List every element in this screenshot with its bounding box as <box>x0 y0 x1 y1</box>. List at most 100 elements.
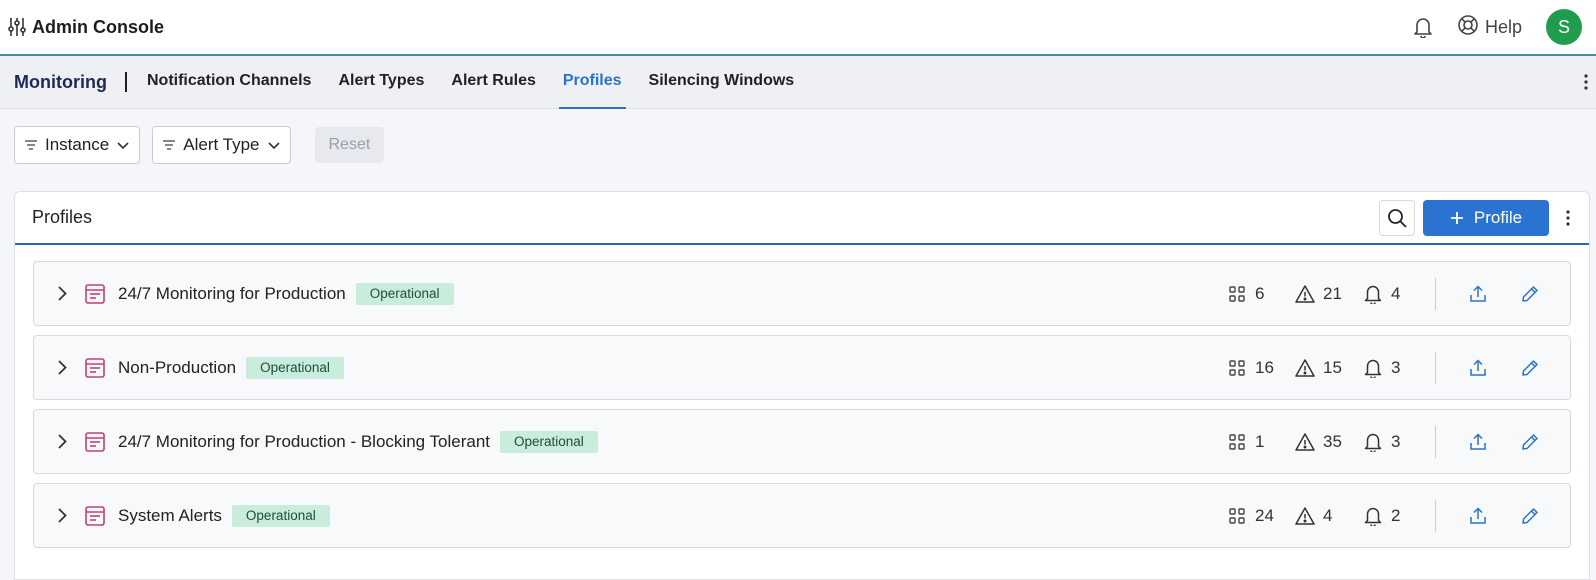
instances-count: 24 <box>1227 506 1295 526</box>
notifications-bell-icon[interactable] <box>1411 15 1435 39</box>
profile-name: 24/7 Monitoring for Production <box>118 283 346 303</box>
document-icon <box>84 431 106 453</box>
pencil-icon[interactable] <box>1520 432 1540 452</box>
export-icon[interactable] <box>1468 432 1488 452</box>
instances-count: 16 <box>1227 358 1295 378</box>
chevron-right-icon[interactable] <box>54 434 70 450</box>
panel-header: Profiles Profile <box>15 192 1589 245</box>
filter-icon <box>163 135 176 155</box>
instance-filter[interactable]: Instance <box>14 126 141 164</box>
instances-count: 6 <box>1227 284 1295 304</box>
warning-icon <box>1295 284 1315 304</box>
document-icon <box>84 283 106 305</box>
tab-profiles[interactable]: Profiles <box>558 56 626 109</box>
grid-icon <box>1227 432 1247 452</box>
list-item[interactable]: System Alerts Operational 24 4 2 <box>33 483 1571 548</box>
chevron-down-icon <box>117 135 129 155</box>
panel-title: Profiles <box>32 207 93 227</box>
search-button[interactable] <box>1379 199 1415 236</box>
row-divider <box>1435 351 1436 384</box>
list-item[interactable]: 24/7 Monitoring for Production - Blockin… <box>33 409 1571 474</box>
grid-icon <box>1227 358 1247 378</box>
alerts-count: 15 <box>1295 358 1363 378</box>
bell-icon <box>1363 284 1383 304</box>
top-header: Admin Console Help S <box>0 0 1596 56</box>
channels-value: 3 <box>1391 357 1401 377</box>
export-icon[interactable] <box>1468 284 1488 304</box>
export-icon[interactable] <box>1468 506 1488 526</box>
nav-divider <box>124 72 127 92</box>
document-icon <box>84 357 106 379</box>
reset-button[interactable]: Reset <box>314 127 385 163</box>
filter-icon <box>25 135 37 155</box>
help-link[interactable]: Help <box>1457 14 1522 41</box>
app-title: Admin Console <box>32 16 165 37</box>
avatar[interactable]: S <box>1546 9 1582 45</box>
alerts-count: 21 <box>1295 284 1363 304</box>
tab-alert-types[interactable]: Alert Types <box>334 56 428 109</box>
alerts-value: 4 <box>1323 505 1333 525</box>
section-nav: Monitoring Notification Channels Alert T… <box>0 56 1596 109</box>
search-icon <box>1388 208 1407 228</box>
status-badge: Operational <box>500 430 598 453</box>
channels-value: 2 <box>1391 505 1401 525</box>
list-item[interactable]: 24/7 Monitoring for Production Operation… <box>33 261 1571 326</box>
filter-bar: Instance Alert Type Reset <box>14 126 385 164</box>
profile-name: System Alerts <box>118 505 222 525</box>
tab-alert-rules[interactable]: Alert Rules <box>447 56 539 109</box>
channels-count: 3 <box>1363 432 1413 452</box>
panel-kebab-icon[interactable] <box>1557 200 1579 236</box>
channels-count: 4 <box>1363 284 1413 304</box>
alerts-count: 4 <box>1295 506 1363 526</box>
channels-count: 2 <box>1363 506 1413 526</box>
help-label: Help <box>1484 16 1522 37</box>
instances-value: 1 <box>1255 431 1265 451</box>
profile-list: 24/7 Monitoring for Production Operation… <box>15 245 1589 548</box>
sliders-icon <box>8 17 28 37</box>
status-badge: Operational <box>246 356 344 379</box>
pencil-icon[interactable] <box>1520 358 1540 378</box>
instance-filter-label: Instance <box>45 135 110 154</box>
instances-value: 24 <box>1255 505 1274 525</box>
chevron-down-icon <box>267 135 280 155</box>
warning-icon <box>1295 506 1315 526</box>
alerts-value: 15 <box>1323 357 1342 377</box>
bell-icon <box>1363 506 1383 526</box>
profile-name: Non-Production <box>118 357 237 377</box>
section-title: Monitoring <box>14 71 107 92</box>
tab-notification-channels[interactable]: Notification Channels <box>143 56 315 109</box>
list-item[interactable]: Non-Production Operational 16 15 3 <box>33 335 1571 400</box>
status-badge: Operational <box>231 504 330 527</box>
alert-type-filter-label: Alert Type <box>183 135 260 154</box>
add-profile-button[interactable]: Profile <box>1423 199 1549 236</box>
pencil-icon[interactable] <box>1520 506 1540 526</box>
channels-count: 3 <box>1363 358 1413 378</box>
alerts-count: 35 <box>1295 432 1363 452</box>
status-badge: Operational <box>355 282 454 305</box>
nav-kebab-icon[interactable] <box>1576 70 1596 94</box>
export-icon[interactable] <box>1468 358 1488 378</box>
bell-icon <box>1363 358 1383 378</box>
chevron-right-icon[interactable] <box>54 360 70 376</box>
alerts-value: 21 <box>1323 283 1342 303</box>
row-divider <box>1435 499 1436 532</box>
tab-silencing-windows[interactable]: Silencing Windows <box>645 56 799 109</box>
grid-icon <box>1227 506 1247 526</box>
profiles-panel: Profiles Profile 24/7 Monitoring for Pro… <box>14 191 1590 580</box>
alerts-value: 35 <box>1323 431 1342 451</box>
warning-icon <box>1295 432 1315 452</box>
lifebuoy-icon <box>1457 14 1479 41</box>
pencil-icon[interactable] <box>1520 284 1540 304</box>
bell-icon <box>1363 432 1383 452</box>
channels-value: 4 <box>1391 283 1401 303</box>
chevron-right-icon[interactable] <box>54 508 70 524</box>
plus-icon <box>1450 211 1463 224</box>
profile-name: 24/7 Monitoring for Production - Blockin… <box>118 431 490 451</box>
instances-count: 1 <box>1227 432 1295 452</box>
channels-value: 3 <box>1391 431 1401 451</box>
chevron-right-icon[interactable] <box>54 286 70 302</box>
alert-type-filter[interactable]: Alert Type <box>152 126 291 164</box>
add-profile-label: Profile <box>1473 207 1523 227</box>
warning-icon <box>1295 358 1315 378</box>
row-divider <box>1435 277 1436 310</box>
